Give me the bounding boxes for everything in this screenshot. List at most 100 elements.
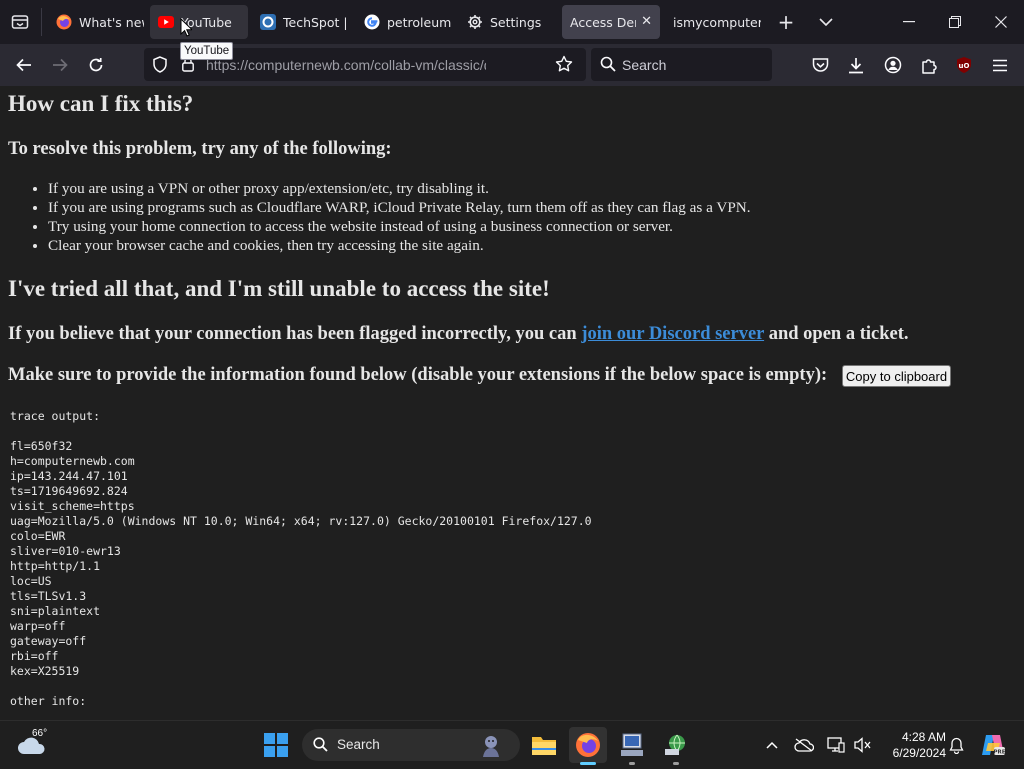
weather-temperature: 66°	[32, 728, 48, 739]
tab-list-button[interactable]	[6, 8, 34, 36]
account-icon[interactable]	[879, 51, 907, 79]
taskbar-search-box[interactable]: Search	[302, 729, 520, 761]
tab-label: ismycomputerok	[673, 14, 761, 30]
list-item: Try using your home connection to access…	[48, 217, 751, 236]
hamburger-menu-icon[interactable]	[986, 51, 1014, 79]
forward-icon[interactable]	[46, 51, 74, 79]
tips-list: If you are using a VPN or other proxy ap…	[0, 179, 751, 255]
new-tab-icon[interactable]: +	[772, 8, 800, 36]
copy-to-clipboard-button[interactable]: Copy to clipboard	[842, 365, 951, 387]
back-icon[interactable]	[10, 51, 38, 79]
trace-line: colo=EWR	[10, 529, 66, 543]
tab-tooltip: YouTube	[180, 42, 234, 60]
youtube-icon	[158, 14, 174, 30]
extensions-puzzle-icon[interactable]	[915, 51, 943, 79]
clock[interactable]: 4:28 AM 6/29/2024	[878, 729, 946, 761]
computer-app-icon	[621, 733, 643, 756]
tracking-protection-shield-icon[interactable]	[152, 56, 168, 77]
volume-muted-icon[interactable]	[848, 727, 878, 763]
vm-app-button[interactable]	[613, 727, 651, 765]
search-icon	[600, 56, 616, 76]
tab-label: petroleum	[387, 14, 452, 30]
bookmark-star-icon[interactable]	[555, 55, 573, 77]
network-app-button[interactable]	[657, 727, 695, 765]
tab-label: Settings	[490, 14, 542, 30]
trace-line	[10, 424, 592, 439]
search-placeholder: Search	[622, 57, 667, 73]
firefox-taskbar-button[interactable]	[569, 727, 607, 765]
url-path: /collab-vm/classic/denied.htm	[370, 57, 486, 73]
heading-how-to-fix: How can I fix this?	[8, 91, 194, 116]
discord-link[interactable]: join our Discord server	[581, 324, 764, 344]
trace-line: trace output:	[10, 409, 101, 423]
tray-overflow-chevron-icon[interactable]	[757, 727, 787, 763]
trace-line	[10, 679, 592, 694]
flagged-prefix: If you believe that your connection has …	[8, 324, 582, 344]
copilot-icon[interactable]: PRE	[974, 727, 1012, 763]
running-indicator	[673, 762, 679, 765]
tab-whats-new[interactable]: What's new	[48, 5, 144, 39]
tab-petroleum[interactable]: petroleum	[356, 5, 452, 39]
list-item: Clear your browser cache and cookies, th…	[48, 236, 751, 255]
trace-line: tls=TLSv1.3	[10, 589, 87, 603]
globe-app-icon	[665, 734, 685, 755]
tab-ismycomputerok[interactable]: ismycomputerok	[665, 5, 761, 39]
pocket-icon[interactable]	[806, 51, 834, 79]
tab-access-denied[interactable]: Access Denied ✕	[562, 5, 660, 39]
provide-info-text: Make sure to provide the information fou…	[8, 365, 828, 385]
file-explorer-button[interactable]	[525, 727, 563, 763]
search-icon	[313, 737, 328, 756]
reload-icon[interactable]	[82, 51, 110, 79]
heading-resolve: To resolve this problem, try any of the …	[8, 139, 392, 159]
start-button[interactable]	[257, 727, 295, 763]
taskbar: 66° Search 4:28 AM 6/29/2024 PRE	[0, 720, 1024, 769]
restore-icon[interactable]	[941, 8, 969, 36]
downloads-icon[interactable]	[842, 51, 870, 79]
url-text[interactable]: https://computernewb.com/collab-vm/class…	[206, 57, 486, 73]
weather-widget[interactable]: 66°	[12, 727, 52, 763]
trace-line: sliver=010-ewr13	[10, 544, 121, 558]
active-indicator	[580, 762, 596, 765]
search-box[interactable]: Search	[591, 48, 772, 81]
taskbar-search-label: Search	[337, 737, 380, 752]
ublock-origin-icon[interactable]: uO	[950, 51, 978, 79]
trace-line: uag=Mozilla/5.0 (Windows NT 10.0; Win64;…	[10, 514, 592, 528]
firefox-icon	[576, 733, 600, 757]
clock-time: 4:28 AM	[901, 730, 946, 744]
gear-icon	[467, 14, 483, 30]
tab-techspot[interactable]: TechSpot |	[252, 5, 348, 39]
search-highlight-icon	[478, 732, 504, 762]
cloud-offline-icon[interactable]	[789, 727, 819, 763]
trace-line: warp=off	[10, 619, 66, 633]
close-tab-icon[interactable]: ✕	[641, 14, 652, 29]
navigation-toolbar: https://computernewb.com/collab-vm/class…	[0, 44, 1024, 86]
svg-text:PRE: PRE	[993, 750, 1005, 756]
folder-icon	[532, 737, 556, 755]
trace-line: h=computernewb.com	[10, 454, 135, 468]
trace-output[interactable]: trace output: fl=650f32 h=computernewb.c…	[10, 409, 592, 709]
tab-list-icon	[11, 15, 29, 29]
flagged-suffix: and open a ticket.	[764, 324, 909, 344]
tab-overflow-chevron-icon[interactable]	[812, 8, 840, 36]
trace-line: rbi=off	[10, 649, 59, 663]
tab-label: TechSpot |	[283, 14, 348, 30]
trace-line: http=http/1.1	[10, 559, 101, 573]
flagged-paragraph: If you believe that your connection has …	[8, 324, 909, 345]
mouse-cursor-icon	[180, 18, 192, 37]
trace-line: sni=plaintext	[10, 604, 101, 618]
tab-youtube[interactable]: YouTube	[150, 5, 248, 39]
tab-separator	[41, 8, 42, 36]
tab-label: What's new	[79, 14, 144, 30]
tab-settings[interactable]: Settings	[459, 5, 557, 39]
tab-label: Access Denied	[570, 14, 636, 30]
page-content: How can I fix this? To resolve this prob…	[0, 86, 1024, 720]
list-item: If you are using programs such as Cloudf…	[48, 198, 751, 217]
trace-line: other info:	[10, 694, 87, 708]
close-window-icon[interactable]	[987, 8, 1015, 36]
minimize-icon[interactable]	[895, 8, 923, 36]
svg-text:uO: uO	[959, 62, 970, 70]
notification-bell-icon[interactable]	[941, 727, 971, 763]
trace-line: ts=1719649692.824	[10, 484, 128, 498]
display-icon[interactable]	[821, 727, 851, 763]
firefox-icon	[56, 14, 72, 30]
